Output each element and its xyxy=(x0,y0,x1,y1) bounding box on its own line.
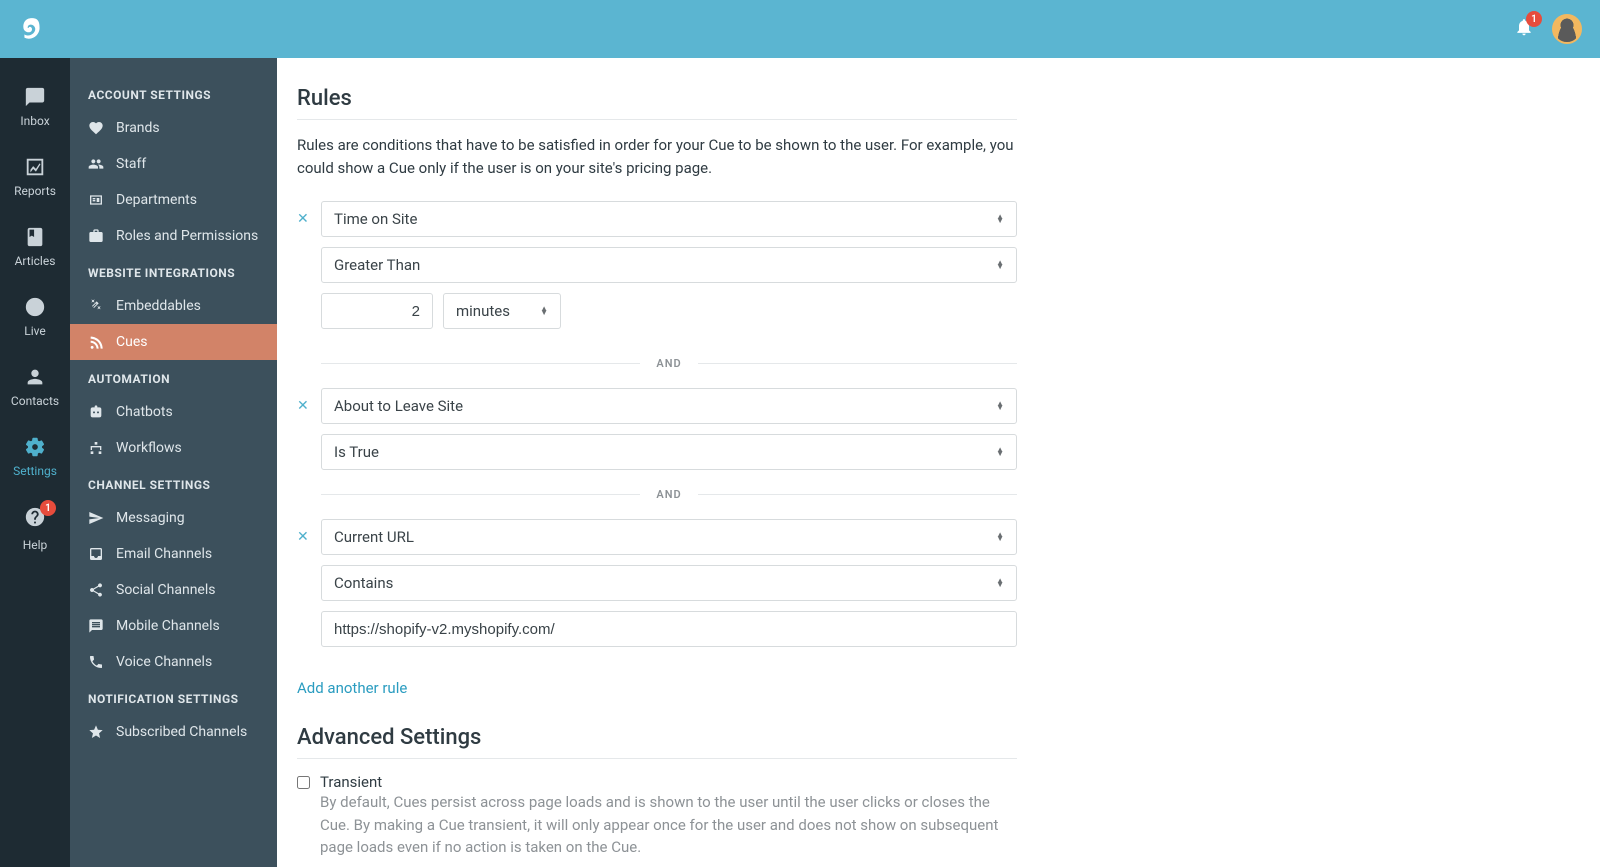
subnav-header-notif: NOTIFICATION SETTINGS xyxy=(88,692,259,706)
and-divider: AND xyxy=(321,357,1017,370)
user-avatar[interactable] xyxy=(1552,14,1582,44)
remove-rule-button[interactable]: ✕ xyxy=(297,398,309,414)
rail-contacts[interactable]: Contacts xyxy=(0,352,70,422)
subnav-cues[interactable]: Cues xyxy=(70,324,277,360)
select-arrows-icon xyxy=(540,307,548,315)
people-icon xyxy=(88,156,104,172)
gear-icon xyxy=(24,436,46,458)
chart-icon xyxy=(24,156,46,178)
subnav-voice[interactable]: Voice Channels xyxy=(70,644,277,680)
subnav-header-account: ACCOUNT SETTINGS xyxy=(88,88,259,102)
rule-field-select[interactable]: Current URL xyxy=(321,519,1017,555)
subnav-chatbots[interactable]: Chatbots xyxy=(70,394,277,430)
remove-rule-button[interactable]: ✕ xyxy=(297,529,309,545)
wand-icon xyxy=(88,298,104,314)
subnav-header-channel: CHANNEL SETTINGS xyxy=(88,478,259,492)
topbar: 1 xyxy=(0,0,1600,58)
phone-icon xyxy=(88,654,104,670)
select-arrows-icon xyxy=(996,579,1004,587)
subnav-header-integrations: WEBSITE INTEGRATIONS xyxy=(88,266,259,280)
subnav-messaging[interactable]: Messaging xyxy=(70,500,277,536)
and-divider: AND xyxy=(321,488,1017,501)
notification-badge: 1 xyxy=(1526,11,1542,27)
rule-field-select[interactable]: Time on Site xyxy=(321,201,1017,237)
id-icon xyxy=(88,192,104,208)
subnav-mobile[interactable]: Mobile Channels xyxy=(70,608,277,644)
sitemap-icon xyxy=(88,440,104,456)
select-arrows-icon xyxy=(996,402,1004,410)
transient-label: Transient xyxy=(320,773,1017,791)
help-badge: 1 xyxy=(40,500,56,516)
divider xyxy=(297,119,1017,120)
subnav-departments[interactable]: Departments xyxy=(70,182,277,218)
rss-icon xyxy=(88,334,104,350)
rule-operator-select[interactable]: Is True xyxy=(321,434,1017,470)
subnav-embeddables[interactable]: Embeddables xyxy=(70,288,277,324)
rail-reports[interactable]: Reports xyxy=(0,142,70,212)
inbox-icon xyxy=(88,546,104,562)
rule-1: ✕ Time on Site Greater Than minutes xyxy=(297,201,1017,339)
rail-articles[interactable]: Articles xyxy=(0,212,70,282)
subnav-staff[interactable]: Staff xyxy=(70,146,277,182)
subnav-subscribed[interactable]: Subscribed Channels xyxy=(70,714,277,750)
share-icon xyxy=(88,582,104,598)
briefcase-icon xyxy=(88,228,104,244)
rule-3: ✕ Current URL Contains xyxy=(297,519,1017,659)
transient-checkbox[interactable] xyxy=(297,776,310,789)
rail-live[interactable]: Live xyxy=(0,282,70,352)
subnav-roles[interactable]: Roles and Permissions xyxy=(70,218,277,254)
rules-heading: Rules xyxy=(297,86,1017,111)
transient-description: By default, Cues persist across page loa… xyxy=(320,791,1017,859)
subnav-header-automation: AUTOMATION xyxy=(88,372,259,386)
robot-icon xyxy=(88,404,104,420)
advanced-heading: Advanced Settings xyxy=(297,725,1017,750)
star-icon xyxy=(88,724,104,740)
chat-icon xyxy=(24,86,46,108)
person-icon xyxy=(24,366,46,388)
settings-subnav: ACCOUNT SETTINGS Brands Staff Department… xyxy=(70,58,277,867)
select-arrows-icon xyxy=(996,448,1004,456)
rule-field-select[interactable]: About to Leave Site xyxy=(321,388,1017,424)
select-arrows-icon xyxy=(996,215,1004,223)
divider xyxy=(297,758,1017,759)
subnav-social[interactable]: Social Channels xyxy=(70,572,277,608)
select-arrows-icon xyxy=(996,533,1004,541)
rule-url-input[interactable] xyxy=(321,611,1017,647)
send-icon xyxy=(88,510,104,526)
app-logo[interactable] xyxy=(18,15,46,43)
rail-settings[interactable]: Settings xyxy=(0,422,70,492)
subnav-workflows[interactable]: Workflows xyxy=(70,430,277,466)
nav-rail: Inbox Reports Articles Live Contacts Set… xyxy=(0,58,70,867)
notifications-button[interactable]: 1 xyxy=(1514,17,1534,41)
rule-operator-select[interactable]: Contains xyxy=(321,565,1017,601)
subnav-brands[interactable]: Brands xyxy=(70,110,277,146)
rule-operator-select[interactable]: Greater Than xyxy=(321,247,1017,283)
rule-2: ✕ About to Leave Site Is True xyxy=(297,388,1017,470)
comment-icon xyxy=(88,618,104,634)
rail-help[interactable]: 1 Help xyxy=(0,492,70,566)
book-icon xyxy=(24,226,46,248)
subnav-email[interactable]: Email Channels xyxy=(70,536,277,572)
rule-value-input[interactable] xyxy=(321,293,433,329)
rule-unit-select[interactable]: minutes xyxy=(443,293,561,329)
select-arrows-icon xyxy=(996,261,1004,269)
remove-rule-button[interactable]: ✕ xyxy=(297,211,309,227)
rail-inbox[interactable]: Inbox xyxy=(0,72,70,142)
compass-icon xyxy=(24,296,46,318)
main-content: Rules Rules are conditions that have to … xyxy=(277,58,1057,867)
add-rule-button[interactable]: Add another rule xyxy=(297,679,407,697)
rules-description: Rules are conditions that have to be sat… xyxy=(297,134,1017,179)
heart-icon xyxy=(88,120,104,136)
